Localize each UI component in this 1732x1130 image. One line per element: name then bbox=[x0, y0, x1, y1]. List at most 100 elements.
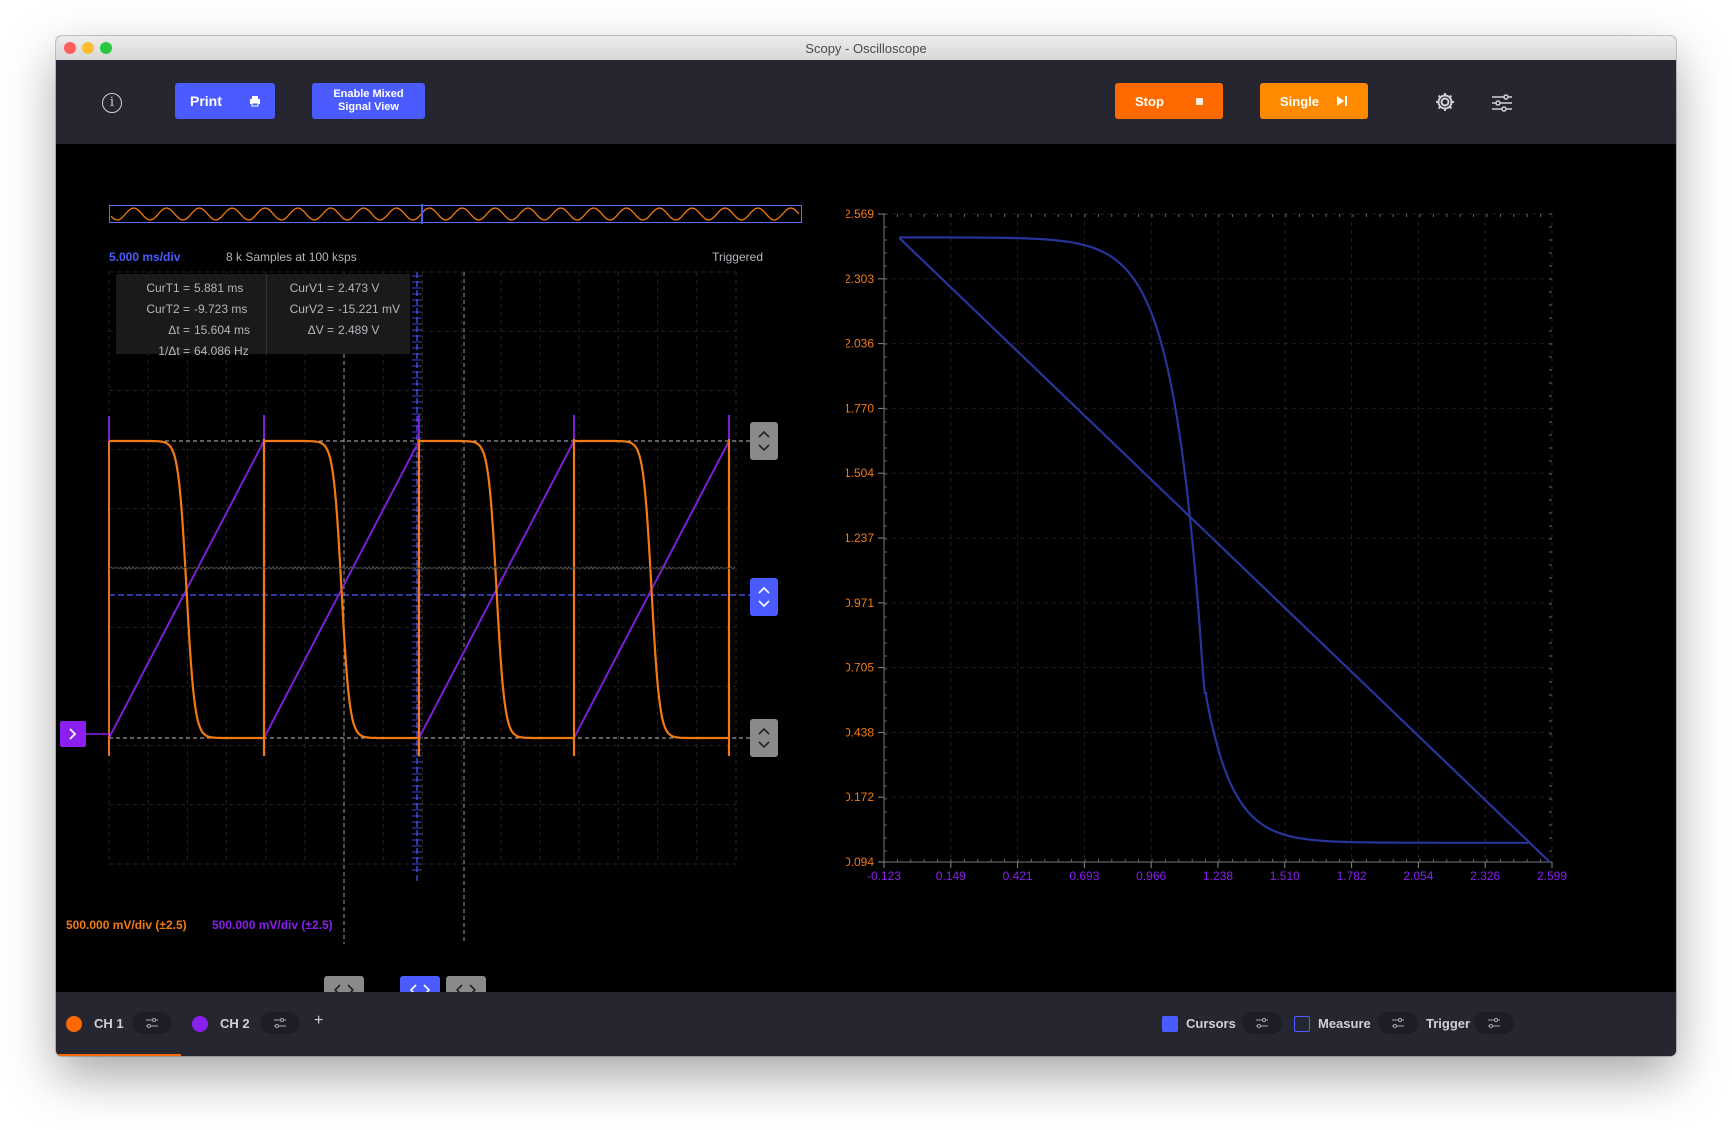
ch1-scale-label: 500.000 mV/div (±2.5) bbox=[66, 918, 187, 932]
settings-sliders-icon[interactable] bbox=[1491, 94, 1513, 112]
xy-x-tick-label: 2.599 bbox=[1537, 869, 1567, 883]
xy-y-tick-label: 1.770 bbox=[846, 401, 874, 415]
ch1-active-underline bbox=[56, 1054, 181, 1056]
chevron-right-icon bbox=[69, 728, 77, 740]
v-cursor-1-handle[interactable] bbox=[750, 422, 778, 460]
sliders-icon bbox=[1488, 1017, 1500, 1029]
xy-x-tick-label: 1.782 bbox=[1337, 869, 1367, 883]
mixed-label-line1: Enable Mixed bbox=[333, 88, 404, 100]
xy-x-tick-label: 1.238 bbox=[1203, 869, 1233, 883]
curv1-value: 2.473 V bbox=[338, 281, 380, 295]
xy-y-tick-label: 0.438 bbox=[846, 725, 874, 739]
trigger-level-handle[interactable] bbox=[750, 578, 778, 616]
printer-icon bbox=[250, 96, 260, 107]
ch2-offset-handle[interactable] bbox=[60, 721, 86, 747]
xy-x-tick-label: 1.510 bbox=[1270, 869, 1300, 883]
toolbar: i Print Enable Mixed Signal View Stop Si… bbox=[56, 60, 1676, 144]
xy-x-tick-label: -0.123 bbox=[867, 869, 901, 883]
trigger-toggle[interactable]: Trigger bbox=[1426, 992, 1536, 1056]
print-button[interactable]: Print bbox=[175, 83, 275, 119]
xy-trace bbox=[898, 236, 1551, 863]
info-icon[interactable]: i bbox=[102, 93, 122, 113]
xy-tick-labels: 2.569 2.303 2.036 1.770 1.504 1.237 0.971 0.705… bbox=[846, 207, 1567, 883]
time-domain-plot[interactable]: 5.000 ms/div 8 k Samples at 100 ksps Tri… bbox=[56, 144, 846, 1028]
dv-value: 2.489 V bbox=[338, 323, 380, 337]
xy-x-tick-label: 0.149 bbox=[936, 869, 966, 883]
sliders-icon bbox=[1392, 1017, 1404, 1029]
curt2-label: CurT2 = bbox=[146, 302, 190, 316]
stop-button[interactable]: Stop bbox=[1115, 83, 1223, 119]
trigger-label: Trigger bbox=[1426, 1016, 1471, 1031]
xy-y-tick-label: 0.705 bbox=[846, 661, 874, 675]
xy-y-tick-label: 2.569 bbox=[846, 207, 874, 221]
ch1-settings-button[interactable] bbox=[132, 1012, 172, 1034]
sliders-icon bbox=[146, 1017, 158, 1029]
cursors-toggle[interactable]: Cursors bbox=[1162, 992, 1282, 1056]
cursors-checkbox[interactable] bbox=[1162, 1016, 1178, 1032]
ch1-color-dot bbox=[66, 1016, 82, 1032]
xy-x-tick-label: 0.966 bbox=[1136, 869, 1166, 883]
measure-label: Measure bbox=[1318, 1016, 1371, 1031]
stop-label: Stop bbox=[1135, 94, 1164, 109]
ch1-waveform bbox=[109, 439, 731, 756]
mixed-label-line2: Signal View bbox=[338, 101, 399, 113]
chevron-up-down-icon bbox=[758, 430, 770, 452]
dv-label: ΔV = bbox=[307, 323, 334, 337]
xy-y-tick-label: 1.237 bbox=[846, 531, 874, 545]
gear-icon[interactable] bbox=[1434, 91, 1456, 113]
trigger-settings-button[interactable] bbox=[1474, 1012, 1514, 1034]
cursors-settings-button[interactable] bbox=[1242, 1012, 1282, 1034]
scope-waveforms bbox=[86, 415, 736, 756]
dt-value: 15.604 ms bbox=[194, 323, 251, 337]
curv2-label: CurV2 = bbox=[289, 302, 334, 316]
xy-y-tick-label: 0.971 bbox=[846, 596, 874, 610]
xy-x-tick-label: 2.326 bbox=[1470, 869, 1500, 883]
oscilloscope-window: Scopy - Oscilloscope i Print Enable Mixe… bbox=[56, 36, 1676, 1056]
scope-grid bbox=[108, 271, 750, 944]
measure-settings-button[interactable] bbox=[1378, 1012, 1418, 1034]
window-title: Scopy - Oscilloscope bbox=[805, 41, 927, 56]
ch1-tab[interactable]: CH 1 bbox=[56, 992, 181, 1056]
curv2-value: -15.221 mV bbox=[338, 302, 401, 316]
ch2-color-dot bbox=[192, 1016, 208, 1032]
ch2-tab[interactable]: CH 2 bbox=[182, 992, 307, 1056]
inv-dt-label: 1/Δt = bbox=[158, 344, 190, 358]
chevron-up-down-icon bbox=[758, 727, 770, 749]
enable-mixed-signal-view-button[interactable]: Enable Mixed Signal View bbox=[312, 83, 425, 119]
measure-checkbox[interactable] bbox=[1294, 1016, 1310, 1032]
ch2-scale-label: 500.000 mV/div (±2.5) bbox=[212, 918, 333, 932]
title-bar: Scopy - Oscilloscope bbox=[56, 36, 1676, 61]
xy-y-tick-label: 0.172 bbox=[846, 790, 874, 804]
ch2-label: CH 2 bbox=[220, 1016, 250, 1031]
cursors-label: Cursors bbox=[1186, 1016, 1236, 1031]
xy-canvas[interactable]: 2.569 2.303 2.036 1.770 1.504 1.237 0.971 0.705… bbox=[846, 144, 1676, 1028]
single-button[interactable]: Single bbox=[1260, 83, 1368, 119]
dt-label: Δt = bbox=[168, 323, 190, 337]
sliders-icon bbox=[274, 1017, 286, 1029]
curt2-value: -9.723 ms bbox=[194, 302, 248, 316]
xy-y-tick-label: 2.303 bbox=[846, 272, 874, 286]
sliders-icon bbox=[1256, 1017, 1268, 1029]
measure-toggle[interactable]: Measure bbox=[1294, 992, 1418, 1056]
chevron-up-down-icon bbox=[758, 586, 770, 608]
stop-square-icon bbox=[1196, 98, 1203, 105]
xy-y-tick-label: 1.504 bbox=[846, 466, 874, 480]
xy-x-tick-label: 0.693 bbox=[1069, 869, 1099, 883]
curt1-label: CurT1 = bbox=[146, 281, 190, 295]
curv1-label: CurV1 = bbox=[289, 281, 334, 295]
xy-x-tick-label: 2.054 bbox=[1403, 869, 1433, 883]
add-channel-button[interactable]: + bbox=[314, 1012, 323, 1030]
xy-plot[interactable]: 2.569 2.303 2.036 1.770 1.504 1.237 0.971 0.705… bbox=[846, 144, 1676, 1028]
step-play-icon bbox=[1337, 96, 1347, 106]
inv-dt-value: 64.086 Hz bbox=[194, 344, 249, 358]
xy-y-tick-label: -0.094 bbox=[846, 855, 874, 869]
ch2-settings-button[interactable] bbox=[260, 1012, 300, 1034]
channel-bar: CH 1 CH 2 + Cursors Measure Trigger bbox=[56, 992, 1676, 1056]
xy-y-tick-label: 2.036 bbox=[846, 337, 874, 351]
cursor-readout: CurT1 = CurT2 = Δt = 1/Δt = 5.881 ms -9.… bbox=[116, 274, 410, 358]
single-label: Single bbox=[1280, 94, 1320, 109]
v-cursor-2-handle[interactable] bbox=[750, 719, 778, 757]
print-label: Print bbox=[190, 93, 222, 109]
xy-x-tick-label: 0.421 bbox=[1003, 869, 1033, 883]
curt1-value: 5.881 ms bbox=[194, 281, 244, 295]
